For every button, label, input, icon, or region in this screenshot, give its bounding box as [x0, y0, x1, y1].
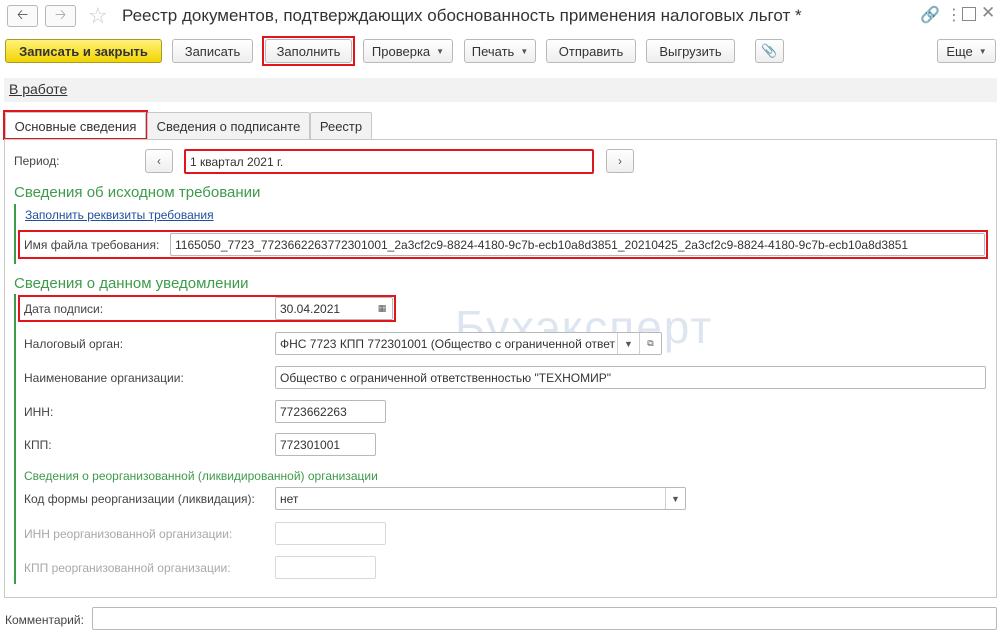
period-label: Период:: [14, 154, 60, 168]
reorg-form-field[interactable]: нет ▼: [275, 487, 686, 510]
comment-label: Комментарий:: [5, 613, 84, 627]
reorg-form-label: Код формы реорганизации (ликвидация):: [24, 492, 255, 506]
back-button[interactable]: 🡠: [7, 5, 38, 27]
print-label: Печать: [471, 43, 515, 59]
check-label: Проверка: [371, 43, 431, 59]
period-field[interactable]: 1 квартал 2021 г.: [184, 149, 594, 174]
more-label: Еще: [946, 43, 973, 59]
link-icon[interactable]: 🔗: [920, 5, 940, 25]
arrow-right-icon: 🡢: [54, 6, 67, 22]
reorg-inn-field: [275, 522, 386, 545]
tax-office-field[interactable]: ФНС 7723 КПП 772301001 (Общество с огран…: [275, 332, 662, 355]
reorg-form-value: нет: [280, 491, 299, 506]
forward-button[interactable]: 🡢: [45, 5, 76, 27]
reorg-section-title: Сведения о реорганизованной (ликвидирова…: [24, 469, 378, 483]
tab-signer-info[interactable]: Сведения о подписанте: [147, 112, 310, 139]
period-next-button[interactable]: ›: [606, 149, 634, 173]
comment-field[interactable]: [92, 607, 997, 630]
kpp-field[interactable]: 772301001: [275, 433, 376, 456]
star-icon[interactable]: ☆: [88, 3, 108, 29]
chevron-down-icon: ▼: [436, 46, 445, 56]
paperclip-icon: 📎: [761, 43, 778, 58]
dropdown-icon[interactable]: ▼: [665, 488, 685, 509]
notice-section-title: Сведения о данном уведомлении: [14, 275, 249, 292]
calendar-icon[interactable]: ▦: [372, 298, 392, 319]
file-name-field[interactable]: 1165050_7723_772366226377230100​1_2a3cf2…: [170, 233, 985, 256]
status-link[interactable]: В работе: [9, 81, 67, 97]
attach-button[interactable]: 📎: [755, 39, 784, 63]
sign-date-value: 30.04.2021: [280, 301, 341, 316]
period-prev-button[interactable]: ‹: [145, 149, 173, 173]
check-button[interactable]: Проверка ▼: [363, 39, 453, 63]
requirement-section-bar: [14, 204, 16, 264]
status-strip: [4, 78, 997, 102]
close-icon[interactable]: ✕: [981, 3, 995, 23]
tab-registry[interactable]: Реестр: [310, 112, 372, 139]
reorg-inn-label: ИНН реорганизованной организации:: [24, 527, 233, 541]
export-button[interactable]: Выгрузить: [646, 39, 735, 63]
send-button[interactable]: Отправить: [546, 39, 636, 63]
fill-requirement-link[interactable]: Заполнить реквизиты требования: [25, 208, 214, 222]
save-button[interactable]: Записать: [172, 39, 253, 63]
notice-section-bar: [14, 294, 16, 584]
chevron-down-icon: ▼: [978, 46, 987, 56]
tax-office-value: ФНС 7723 КПП 772301001 (Общество с огран…: [280, 336, 615, 351]
arrow-left-icon: 🡠: [16, 6, 29, 22]
reorg-kpp-label: КПП реорганизованной организации:: [24, 561, 231, 575]
sign-date-label: Дата подписи:: [24, 302, 104, 316]
inn-label: ИНН:: [24, 405, 54, 419]
kpp-label: КПП:: [24, 438, 52, 452]
chevron-right-icon: ›: [618, 154, 622, 168]
open-icon[interactable]: ⧉: [639, 333, 661, 354]
reorg-kpp-field: [275, 556, 376, 579]
org-name-field[interactable]: Общество с ограниченной ответственностью…: [275, 366, 986, 389]
fill-button[interactable]: Заполнить: [265, 39, 352, 63]
print-button[interactable]: Печать ▼: [464, 39, 536, 63]
tab-main-info[interactable]: Основные сведения: [5, 112, 146, 140]
chevron-left-icon: ‹: [157, 154, 161, 168]
requirement-section-title: Сведения об исходном требовании: [14, 184, 261, 201]
inn-field[interactable]: 7723662263: [275, 400, 386, 423]
org-name-label: Наименование организации:: [24, 371, 184, 385]
sign-date-field[interactable]: 30.04.2021 ▦: [275, 297, 393, 320]
maximize-icon[interactable]: [962, 7, 976, 21]
save-close-button[interactable]: Записать и закрыть: [5, 39, 162, 63]
more-vertical-icon[interactable]: ⋮: [946, 5, 962, 25]
chevron-down-icon: ▼: [520, 46, 529, 56]
window-title: Реестр документов, подтверждающих обосно…: [122, 6, 802, 25]
dropdown-icon[interactable]: ▼: [617, 333, 639, 354]
more-button[interactable]: Еще ▼: [937, 39, 996, 63]
file-name-label: Имя файла требования:: [24, 238, 160, 252]
tax-office-label: Налоговый орган:: [24, 337, 124, 351]
